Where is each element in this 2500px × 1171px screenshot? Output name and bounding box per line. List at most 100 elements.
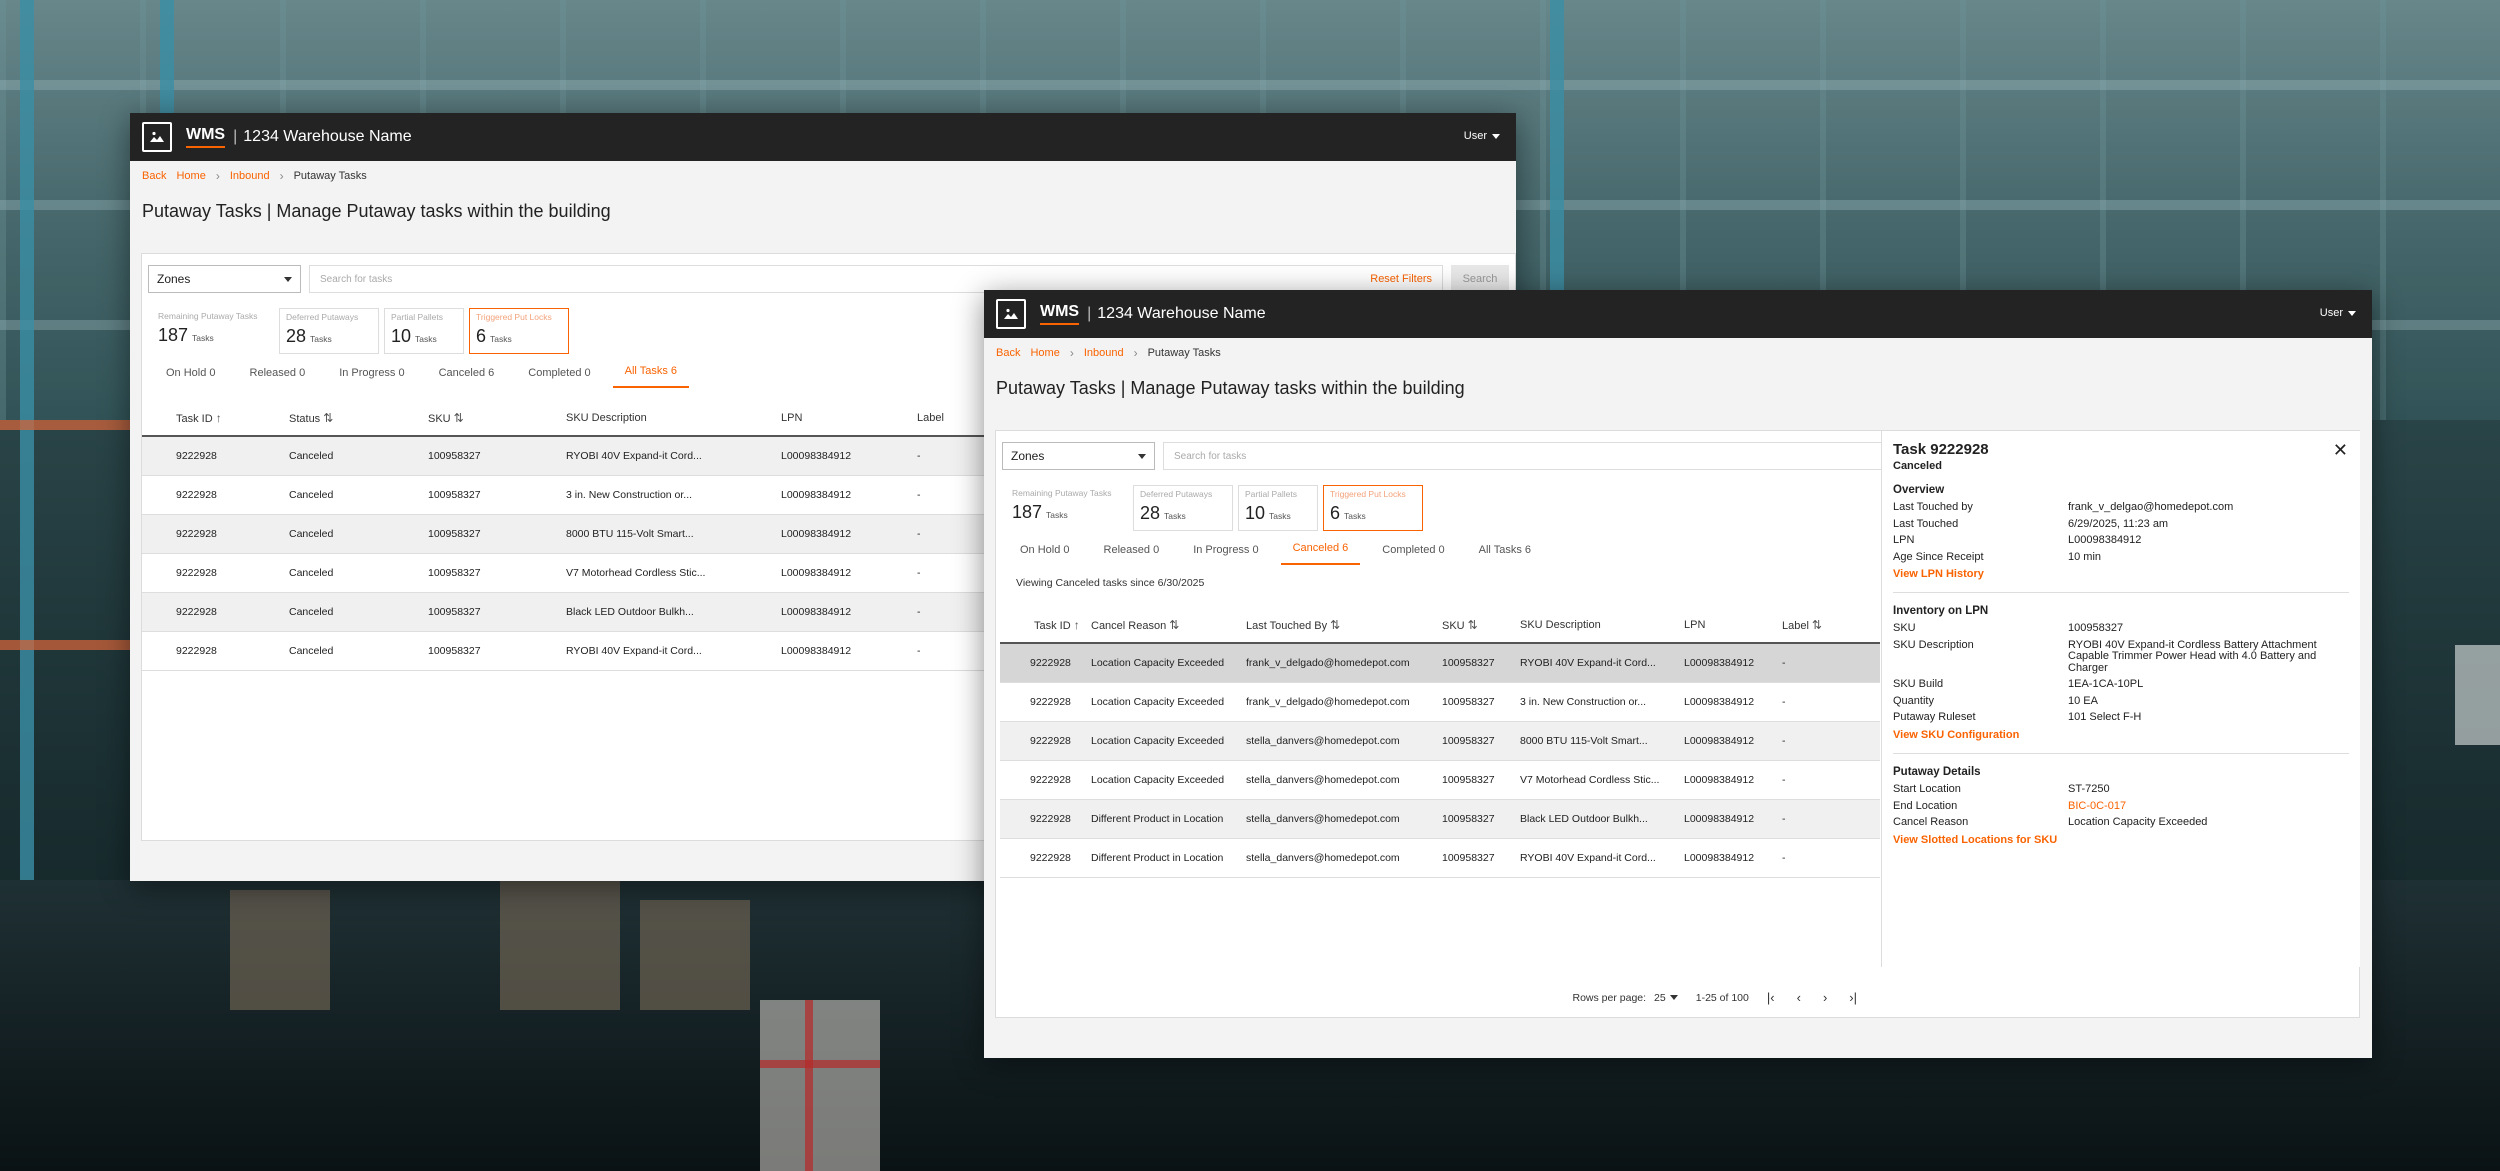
breadcrumb-inbound[interactable]: Inbound <box>1084 347 1124 359</box>
table-cell: 3 in. New Construction or... <box>1510 682 1674 722</box>
image-placeholder-logo-icon[interactable] <box>142 122 172 152</box>
breadcrumb-inbound[interactable]: Inbound <box>230 170 270 182</box>
detail-field: Last Touched by frank_v_delgao@homedepot.… <box>1893 501 2349 514</box>
table-row[interactable]: 9222928 Location Capacity Exceeded frank_v… <box>1000 643 1880 683</box>
tab-in-progress[interactable]: In Progress 0 <box>1181 544 1270 565</box>
last-page-icon[interactable]: ›| <box>1849 990 1857 1005</box>
view-sku-configuration-link[interactable]: View SKU Configuration <box>1893 729 2349 741</box>
search-input[interactable]: Search for tasks Reset Filters <box>309 265 1443 293</box>
col-label[interactable]: Label ⇅ <box>1772 607 1880 644</box>
stat-value: 6 <box>476 326 487 346</box>
first-page-icon[interactable]: |‹ <box>1767 990 1775 1005</box>
stat-triggered[interactable]: Triggered Put Locks 6 Tasks <box>469 308 569 354</box>
breadcrumb-home[interactable]: Home <box>176 170 205 182</box>
inventory-heading: Inventory on LPN <box>1893 605 1989 618</box>
col-label: LPN <box>1684 618 1706 631</box>
table-row[interactable]: 9222928 Location Capacity Exceeded stella_… <box>1000 721 1880 761</box>
detail-field-value: 6/29/2025, 11:23 am <box>2068 517 2169 530</box>
zones-select-value: Zones <box>157 272 191 286</box>
col-task-id[interactable]: Task ID ↑ <box>1000 607 1081 644</box>
table-cell: 100958327 <box>1432 760 1510 800</box>
col-sku[interactable]: SKU ⇅ <box>1432 607 1510 644</box>
stat-remaining[interactable]: Remaining Putaway Tasks 187 Tasks <box>156 308 274 354</box>
tab-all-tasks[interactable]: All Tasks 6 <box>1467 544 1543 565</box>
reset-filters-link[interactable]: Reset Filters <box>1370 273 1432 285</box>
tab-canceled[interactable]: Canceled 6 <box>427 367 507 388</box>
detail-field-value: frank_v_delgao@homedepot.com <box>2068 501 2234 513</box>
close-icon[interactable]: ✕ <box>2333 440 2348 461</box>
app-brand[interactable]: WMS <box>1040 303 1080 325</box>
back-link[interactable]: Back <box>996 347 1020 359</box>
user-menu[interactable]: User <box>2320 307 2356 319</box>
breadcrumb-home[interactable]: Home <box>1030 347 1059 359</box>
stat-partial[interactable]: Partial Pallets 10 Tasks <box>384 308 464 354</box>
table-cell: 100958327 <box>418 475 556 515</box>
search-button[interactable]: Search <box>1451 265 1509 293</box>
col-label: Status <box>289 412 321 425</box>
rows-per-page-select[interactable]: 25 <box>1654 992 1678 1004</box>
table-cell: L00098384912 <box>771 592 907 632</box>
image-placeholder-logo-icon[interactable] <box>996 299 1026 329</box>
tab-all-tasks[interactable]: All Tasks 6 <box>612 365 690 388</box>
detail-field: Putaway Ruleset 101 Select F-H <box>1893 712 2349 724</box>
table-cell: 100958327 <box>1432 799 1510 839</box>
col-cancel-reason[interactable]: Cancel Reason ⇅ <box>1081 607 1236 644</box>
stat-label: Remaining Putaway Tasks <box>158 311 258 321</box>
table-cell: L00098384912 <box>1674 799 1772 839</box>
tab-released[interactable]: Released 0 <box>1092 544 1172 565</box>
back-link[interactable]: Back <box>142 170 166 182</box>
stat-partial[interactable]: Partial Pallets 10 Tasks <box>1238 485 1318 531</box>
col-status[interactable]: Status ⇅ <box>279 400 418 437</box>
title-separator: | <box>233 128 238 145</box>
prev-page-icon[interactable]: ‹ <box>1797 990 1801 1005</box>
tab-on-hold[interactable]: On Hold 0 <box>1008 544 1082 565</box>
tab-in-progress[interactable]: In Progress 0 <box>327 367 416 388</box>
col-sku[interactable]: SKU ⇅ <box>418 400 556 437</box>
table-row[interactable]: 9222928 Location Capacity Exceeded stella_… <box>1000 760 1880 800</box>
user-label: User <box>2319 307 2343 319</box>
table-row[interactable]: 9222928 Different Product in Location stel… <box>1000 799 1880 839</box>
tab-completed[interactable]: Completed 0 <box>1370 544 1456 565</box>
table-cell: Canceled <box>279 592 418 632</box>
col-last-touched-by[interactable]: Last Touched By ⇅ <box>1236 607 1432 644</box>
detail-field-label: Age Since Receipt <box>1893 550 1984 563</box>
table-row[interactable]: 9222928 Location Capacity Exceeded frank_v… <box>1000 682 1880 722</box>
stat-label: Partial Pallets <box>391 312 443 322</box>
user-menu[interactable]: User <box>1464 130 1500 142</box>
tab-canceled[interactable]: Canceled 6 <box>1280 542 1361 565</box>
table-cell: frank_v_delgado@homedepot.com <box>1236 643 1432 683</box>
zones-select[interactable]: Zones <box>1002 442 1155 470</box>
wms-window-front: WMS | 1234 Warehouse Name User Back Home… <box>984 290 2372 1058</box>
next-page-icon[interactable]: › <box>1823 990 1827 1005</box>
top-app-bar: WMS | 1234 Warehouse Name User <box>130 113 1516 161</box>
detail-field-value[interactable]: BIC-0C-017 <box>2068 800 2349 813</box>
tab-on-hold[interactable]: On Hold 0 <box>154 367 228 388</box>
detail-field: Start Location ST-7250 <box>1893 783 2349 796</box>
col-sku-description[interactable]: SKU Description <box>556 400 771 437</box>
table-cell: 100958327 <box>1432 682 1510 722</box>
view-slotted-locations-link[interactable]: View Slotted Locations for SKU <box>1893 834 2349 846</box>
col-task-id[interactable]: Task ID ↑ <box>142 400 279 437</box>
view-lpn-history-link[interactable]: View LPN History <box>1893 568 2349 580</box>
col-lpn[interactable]: LPN <box>1674 607 1772 644</box>
detail-field-value: ST-7250 <box>2068 783 2110 796</box>
zones-select[interactable]: Zones <box>148 265 301 293</box>
breadcrumb-current: Putaway Tasks <box>1147 347 1221 359</box>
inventory-section: Inventory on LPN SKU 100958327 SKU Descrip… <box>1893 605 2349 755</box>
stat-unit: Tasks <box>1046 510 1068 520</box>
col-lpn[interactable]: LPN <box>771 400 907 437</box>
tab-completed[interactable]: Completed 0 <box>516 367 602 388</box>
tab-released[interactable]: Released 0 <box>238 367 318 388</box>
col-label: SKU Description <box>566 411 647 424</box>
table-cell: RYOBI 40V Expand-it Cord... <box>556 631 771 671</box>
stat-deferred[interactable]: Deferred Putaways 28 Tasks <box>1133 485 1233 531</box>
col-sku-description[interactable]: SKU Description <box>1510 607 1674 644</box>
detail-field-value: 101 Select F-H <box>2068 711 2142 724</box>
stat-triggered[interactable]: Triggered Put Locks 6 Tasks <box>1323 485 1423 531</box>
sort-icon: ⇅ <box>323 410 334 425</box>
stat-remaining[interactable]: Remaining Putaway Tasks 187 Tasks <box>1010 485 1128 531</box>
detail-status: Canceled <box>1893 460 1942 472</box>
table-row[interactable]: 9222928 Different Product in Location stel… <box>1000 838 1880 878</box>
app-brand[interactable]: WMS <box>186 126 226 148</box>
stat-deferred[interactable]: Deferred Putaways 28 Tasks <box>279 308 379 354</box>
